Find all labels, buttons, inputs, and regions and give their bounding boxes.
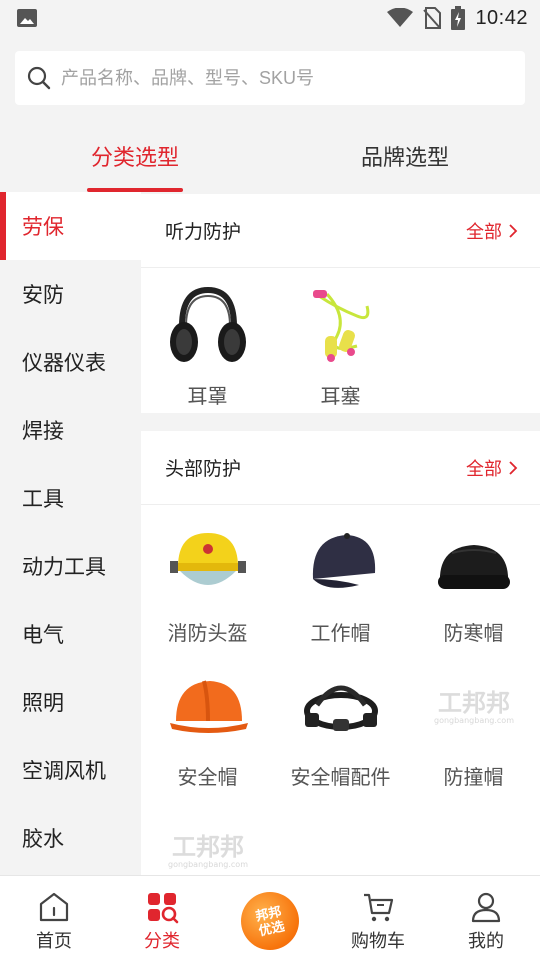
placeholder-logo: 工邦邦 gongbangbang.com [433,689,513,725]
product-label: 防撞帽 [443,767,504,789]
product-label: 安全帽配件 [290,767,391,789]
product-item-winter-hat[interactable]: 防寒帽 [407,523,540,646]
sidebar-item-labor-protection[interactable]: 劳保 [0,192,141,260]
nav-label: 分类 [144,931,180,951]
bottom-navigation: 首页 分类 邦邦 优选 购物车 我的 [0,875,540,960]
sidebar-item-welding[interactable]: 焊接 [0,396,141,464]
product-item-earmuff[interactable]: 耳罩 [141,286,274,409]
cart-icon [364,893,394,922]
sidebar-item-instruments[interactable]: 仪器仪表 [0,328,141,396]
fire-helmet-image [169,533,246,585]
view-all-label: 全部 [466,458,502,479]
sidebar-item-lighting[interactable]: 照明 [0,668,141,736]
nav-home[interactable]: 首页 [0,876,108,960]
featured-picks-badge[interactable]: 邦邦 优选 [235,886,305,956]
product-label: 工作帽 [310,623,371,645]
sidebar-item-tools[interactable]: 工具 [0,464,141,532]
section-header: 头部防护 全部 [141,431,540,505]
section-head-protection: 头部防护 全部 消防头盔 工作帽 防寒帽 安全帽 安全帽配件 工邦邦 gongb… [141,431,540,875]
wifi-icon [387,8,414,27]
search-input[interactable] [61,67,481,89]
nav-me[interactable]: 我的 [432,876,540,960]
selection-tabs: 分类选型 品牌选型 [0,120,540,192]
product-item-bump-cap[interactable]: 工邦邦 gongbangbang.com 防撞帽 [407,667,540,790]
search-bar[interactable] [15,51,525,105]
sidebar-item-security[interactable]: 安防 [0,260,141,328]
product-item-fire-helmet[interactable]: 消防头盔 [141,523,274,646]
placeholder-logo-subtext: gongbangbang.com [167,860,247,869]
winter-hat-image [437,545,510,589]
sidebar-item-power-tools[interactable]: 动力工具 [0,532,141,600]
category-icon [148,893,179,924]
sidebar-item-electrical[interactable]: 电气 [0,600,141,668]
sidebar-item-hvac-fans[interactable]: 空调风机 [0,736,141,804]
product-item-earplug[interactable]: 耳塞 [274,286,407,409]
no-sim-icon [423,7,442,29]
product-item-hardhat-accessory[interactable]: 安全帽配件 [274,667,407,790]
sidebar-item-adhesives[interactable]: 胶水 [0,804,141,872]
product-label: 安全帽 [177,767,238,789]
nav-cart[interactable]: 购物车 [324,876,432,960]
home-icon [39,892,69,922]
placeholder-logo-subtext: gongbangbang.com [433,716,513,725]
product-item-placeholder[interactable]: 工邦邦 gongbangbang.com [141,811,274,875]
hardhat-accessory-image [303,685,378,731]
earmuff-image [169,286,246,362]
tab-brand-selection[interactable]: 品牌选型 [330,120,480,192]
view-all-link[interactable]: 全部 [466,455,518,481]
placeholder-logo: 工邦邦 gongbangbang.com [167,833,247,869]
tab-category-selection[interactable]: 分类选型 [60,120,210,192]
placeholder-logo-text: 工邦邦 [172,833,244,861]
product-label: 消防头盔 [167,623,248,645]
hard-hat-image [169,680,248,733]
status-bar: 10:42 [0,0,540,36]
nav-label: 首页 [36,931,72,951]
category-sidebar: 劳保 安防 仪器仪表 焊接 工具 动力工具 电气 照明 空调风机 胶水 [0,192,141,875]
gallery-notification-icon [17,9,37,27]
battery-charging-icon [451,6,466,30]
view-all-link[interactable]: 全部 [466,218,518,244]
product-label: 防寒帽 [443,623,504,645]
product-item-work-cap[interactable]: 工作帽 [274,523,407,646]
chevron-right-icon [509,223,518,238]
category-content: 听力防护 全部 耳罩 耳塞 头部防护 全部 消防头盔 工作帽 防寒帽 安全帽 安… [141,194,540,875]
status-time: 10:42 [475,6,528,29]
user-icon [471,892,501,923]
section-title: 头部防护 [165,459,242,480]
nav-label: 我的 [468,931,504,951]
earplug-image [312,290,369,362]
view-all-label: 全部 [466,221,502,242]
product-item-hard-hat[interactable]: 安全帽 [141,667,274,790]
placeholder-logo-text: 工邦邦 [438,689,510,717]
search-icon [27,66,51,90]
nav-label: 购物车 [351,931,405,951]
section-hearing-protection: 听力防护 全部 耳罩 耳塞 [141,194,540,413]
section-header: 听力防护 全部 [141,194,540,268]
product-label: 耳塞 [320,386,361,408]
section-title: 听力防护 [165,222,242,243]
work-cap-image [312,533,375,588]
product-label: 耳罩 [187,386,228,408]
nav-category[interactable]: 分类 [108,876,216,960]
chevron-right-icon [509,460,518,475]
